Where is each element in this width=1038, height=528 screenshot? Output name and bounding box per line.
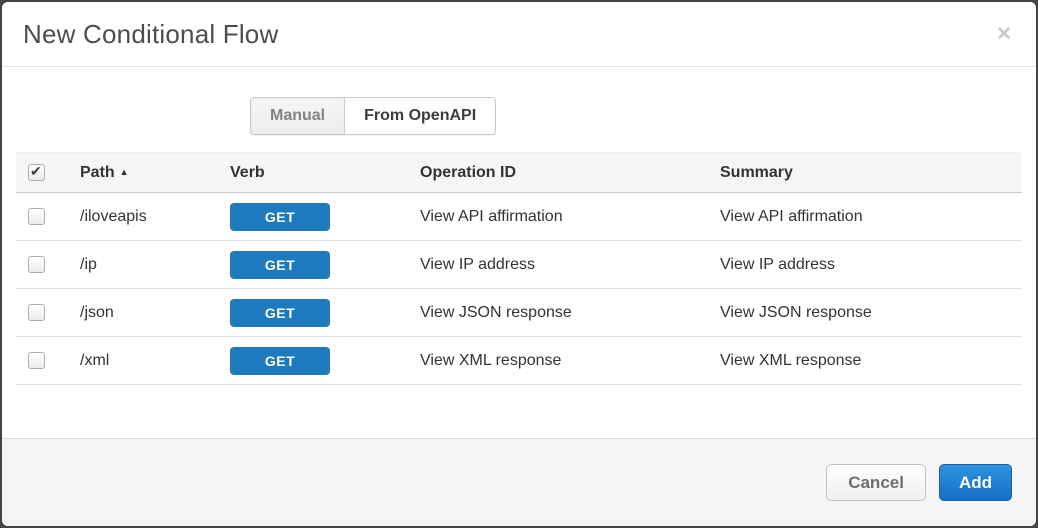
flow-source-toggle: Manual From OpenAPI <box>250 97 496 135</box>
table-header-row: Path▲ Verb Operation ID Summary <box>16 153 1022 193</box>
operation-id-cell: View IP address <box>406 241 706 289</box>
sort-ascending-icon: ▲ <box>120 167 129 177</box>
operations-table: Path▲ Verb Operation ID Summary /iloveap… <box>16 152 1022 385</box>
row-checkbox[interactable] <box>28 208 45 225</box>
column-header-operation-id[interactable]: Operation ID <box>406 153 706 193</box>
column-header-verb[interactable]: Verb <box>216 153 406 193</box>
table-row: /ip GET View IP address View IP address <box>16 241 1022 289</box>
table-row: /json GET View JSON response View JSON r… <box>16 289 1022 337</box>
summary-cell: View XML response <box>706 337 1022 385</box>
column-header-summary[interactable]: Summary <box>706 153 1022 193</box>
dialog-body: Manual From OpenAPI Path▲ Verb Operation… <box>2 67 1036 438</box>
row-checkbox[interactable] <box>28 304 45 321</box>
operation-id-cell: View XML response <box>406 337 706 385</box>
operation-id-cell: View JSON response <box>406 289 706 337</box>
row-checkbox[interactable] <box>28 352 45 369</box>
summary-cell: View IP address <box>706 241 1022 289</box>
tab-from-openapi[interactable]: From OpenAPI <box>345 98 495 134</box>
column-header-path[interactable]: Path▲ <box>66 153 216 193</box>
path-cell: /xml <box>66 337 216 385</box>
table-row: /xml GET View XML response View XML resp… <box>16 337 1022 385</box>
close-icon[interactable]: ✕ <box>992 21 1016 48</box>
verb-badge: GET <box>230 347 330 375</box>
dialog-header: New Conditional Flow ✕ <box>2 2 1036 67</box>
verb-badge: GET <box>230 299 330 327</box>
cancel-button[interactable]: Cancel <box>826 464 926 501</box>
dialog-footer: Cancel Add <box>2 438 1036 526</box>
table-row: /iloveapis GET View API affirmation View… <box>16 193 1022 241</box>
operation-id-cell: View API affirmation <box>406 193 706 241</box>
add-button[interactable]: Add <box>939 464 1012 501</box>
dialog-title: New Conditional Flow <box>23 19 278 50</box>
path-cell: /json <box>66 289 216 337</box>
path-cell: /ip <box>66 241 216 289</box>
tab-manual[interactable]: Manual <box>251 98 345 134</box>
verb-badge: GET <box>230 251 330 279</box>
new-conditional-flow-dialog: New Conditional Flow ✕ Manual From OpenA… <box>0 0 1038 528</box>
summary-cell: View API affirmation <box>706 193 1022 241</box>
path-cell: /iloveapis <box>66 193 216 241</box>
row-checkbox[interactable] <box>28 256 45 273</box>
select-all-checkbox[interactable] <box>28 164 45 181</box>
summary-cell: View JSON response <box>706 289 1022 337</box>
verb-badge: GET <box>230 203 330 231</box>
